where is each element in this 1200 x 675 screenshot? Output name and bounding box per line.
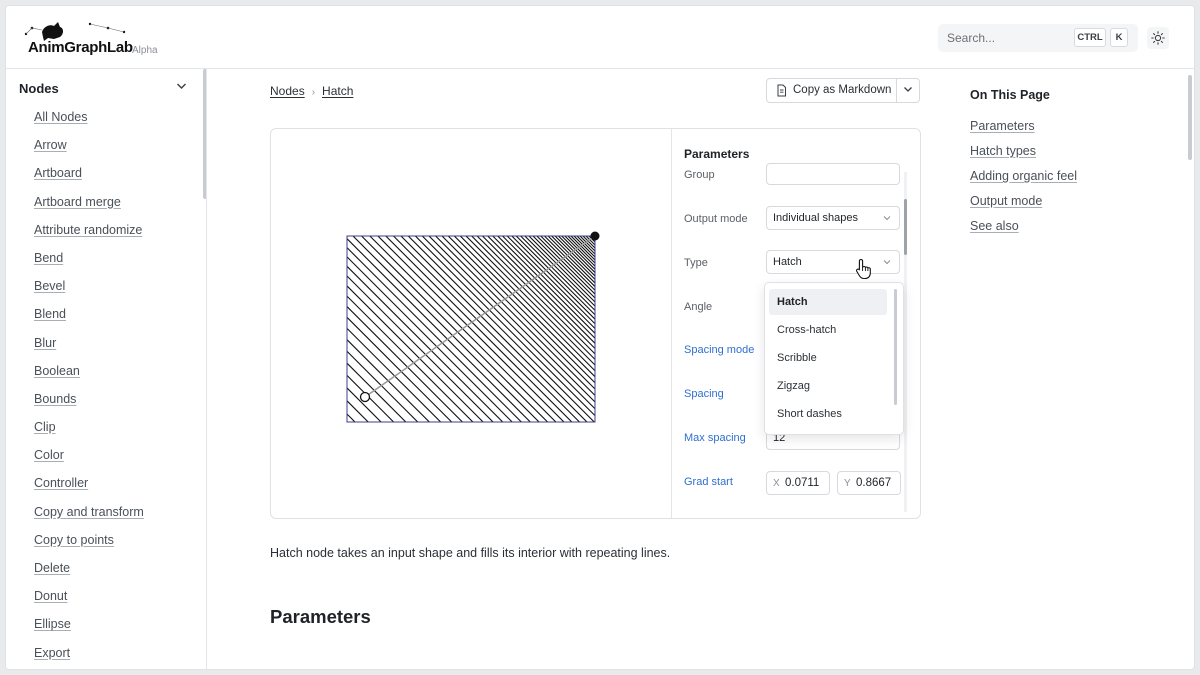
sidebar-item-clip[interactable]: Clip — [34, 413, 144, 441]
sidebar-item-delete[interactable]: Delete — [34, 554, 144, 582]
dropdown-option-zigzag[interactable]: Zigzag — [769, 373, 887, 399]
page-scrollbar[interactable] — [1188, 75, 1192, 160]
sidebar-item-copy-to-points[interactable]: Copy to points — [34, 526, 144, 554]
app-window: AnimGraphLab Alpha Search... CTRL K Node… — [6, 6, 1194, 669]
search-box[interactable]: Search... CTRL K — [938, 24, 1138, 52]
sidebar-item-color[interactable]: Color — [34, 441, 144, 469]
sidebar-section-title[interactable]: Nodes — [19, 81, 59, 96]
gradient-end-handle[interactable] — [590, 231, 600, 241]
parameters-scrollbar[interactable] — [904, 199, 907, 255]
dropdown-option-scribble[interactable]: Scribble — [769, 345, 887, 371]
parameters-title: Parameters — [684, 147, 750, 161]
copy-as-markdown-button[interactable]: Copy as Markdown — [766, 78, 920, 103]
theme-toggle-button[interactable] — [1147, 27, 1169, 49]
sidebar-item-boolean[interactable]: Boolean — [34, 357, 144, 385]
group-field[interactable] — [766, 163, 900, 185]
breadcrumb: Nodes › Hatch — [270, 84, 353, 98]
hand-pointer-icon — [856, 258, 871, 280]
file-icon — [777, 84, 786, 97]
chevron-down-icon — [883, 216, 891, 221]
dropdown-option-short-dashes[interactable]: Short dashes — [769, 401, 887, 427]
y-axis-tag: Y — [844, 478, 851, 489]
sidebar-item-blur[interactable]: Blur — [34, 329, 144, 357]
toc-item-hatch-types[interactable]: Hatch types — [970, 139, 1077, 164]
toc-title: On This Page — [970, 88, 1050, 102]
type-label: Type — [684, 257, 708, 269]
brand-name: AnimGraphLab — [28, 39, 133, 56]
hatch-line — [465, 236, 595, 366]
sidebar-item-artboard[interactable]: Artboard — [34, 159, 144, 187]
brand-logo[interactable]: AnimGraphLab Alpha — [20, 18, 170, 60]
output-mode-value: Individual shapes — [773, 212, 859, 224]
hatch-line — [347, 374, 395, 422]
toc-item-output-mode[interactable]: Output mode — [970, 189, 1077, 214]
gradient-guide-line — [364, 235, 596, 398]
hatch-lines — [346, 230, 602, 422]
angle-label: Angle — [684, 301, 713, 313]
dropdown-option-cross-hatch[interactable]: Cross-hatch — [769, 317, 887, 343]
breadcrumb-hatch-link[interactable]: Hatch — [322, 84, 353, 98]
sidebar-divider — [206, 69, 207, 669]
output-mode-label: Output mode — [684, 213, 748, 225]
breadcrumb-separator-icon: › — [311, 87, 316, 98]
grad-start-y-input[interactable]: Y 0.8667 — [837, 471, 901, 495]
preview-canvas[interactable] — [271, 129, 671, 518]
max-spacing-label[interactable]: Max spacing — [684, 432, 746, 444]
sidebar-item-copy-and-transform[interactable]: Copy and transform — [34, 498, 144, 526]
spacing-label[interactable]: Spacing — [684, 388, 724, 400]
dropdown-scrollbar[interactable] — [894, 289, 897, 405]
toc-item-see-also[interactable]: See also — [970, 214, 1077, 239]
dropdown-option-hatch[interactable]: Hatch — [769, 289, 887, 315]
sidebar-item-arrow[interactable]: Arrow — [34, 131, 144, 159]
sidebar-item-all-nodes[interactable]: All Nodes — [34, 103, 144, 131]
breadcrumb-nodes-link[interactable]: Nodes — [270, 84, 305, 98]
sun-icon — [1151, 31, 1165, 45]
chevron-down-icon[interactable] — [176, 82, 187, 90]
gradient-start-handle[interactable] — [359, 391, 371, 403]
copy-as-markdown-label: Copy as Markdown — [793, 84, 892, 96]
grad-start-label[interactable]: Grad start — [684, 476, 733, 488]
sidebar-item-ellipse[interactable]: Ellipse — [34, 610, 144, 638]
hatch-line — [459, 236, 595, 372]
type-select[interactable]: Hatch — [766, 250, 900, 274]
sidebar-item-bounds[interactable]: Bounds — [34, 385, 144, 413]
sidebar-item-donut[interactable]: Donut — [34, 582, 144, 610]
chevron-down-icon — [883, 260, 891, 265]
hatch-line — [554, 236, 595, 277]
sidebar-item-bend[interactable]: Bend — [34, 244, 144, 272]
shortcut-k-key: K — [1110, 28, 1128, 47]
brand-badge: Alpha — [132, 45, 158, 56]
x-axis-tag: X — [773, 478, 780, 489]
top-bar: AnimGraphLab Alpha Search... CTRL K — [6, 6, 1194, 69]
toc-item-adding-organic-feel[interactable]: Adding organic feel — [970, 164, 1077, 189]
output-mode-select[interactable]: Individual shapes — [766, 206, 900, 230]
hatch-line — [346, 230, 602, 233]
sidebar-item-controller[interactable]: Controller — [34, 469, 144, 497]
sidebar-item-attribute-randomize[interactable]: Attribute randomize — [34, 216, 144, 244]
intro-paragraph: Hatch node takes an input shape and fill… — [270, 546, 671, 560]
shortcut-ctrl-key: CTRL — [1074, 28, 1106, 47]
grad-start-x-input[interactable]: X 0.0711 — [766, 471, 830, 495]
hatch-line — [347, 400, 369, 422]
copy-button-divider — [896, 79, 897, 102]
group-label: Group — [684, 169, 715, 181]
sidebar-item-blend[interactable]: Blend — [34, 300, 144, 328]
type-value: Hatch — [773, 256, 802, 268]
type-dropdown-menu: Hatch Cross-hatch Scribble Zigzag Short … — [764, 282, 904, 435]
parameters-heading: Parameters — [270, 606, 371, 627]
sidebar-item-export[interactable]: Export — [34, 639, 144, 667]
toc-item-parameters[interactable]: Parameters — [970, 114, 1077, 139]
hatch-line — [346, 230, 602, 236]
sidebar-nav-list: All Nodes Arrow Artboard Artboard merge … — [34, 103, 144, 667]
spacing-mode-label[interactable]: Spacing mode — [684, 344, 754, 356]
grad-start-y-value: 0.8667 — [856, 477, 892, 489]
grad-start-x-value: 0.0711 — [785, 477, 820, 489]
chevron-down-icon[interactable] — [903, 86, 913, 93]
sidebar-item-bevel[interactable]: Bevel — [34, 272, 144, 300]
hatch-preview[interactable] — [346, 230, 602, 426]
sidebar: Nodes All Nodes Arrow Artboard Artboard … — [6, 69, 207, 669]
search-placeholder: Search... — [947, 31, 996, 45]
toc-list: Parameters Hatch types Adding organic fe… — [970, 114, 1077, 239]
sidebar-item-artboard-merge[interactable]: Artboard merge — [34, 188, 144, 216]
